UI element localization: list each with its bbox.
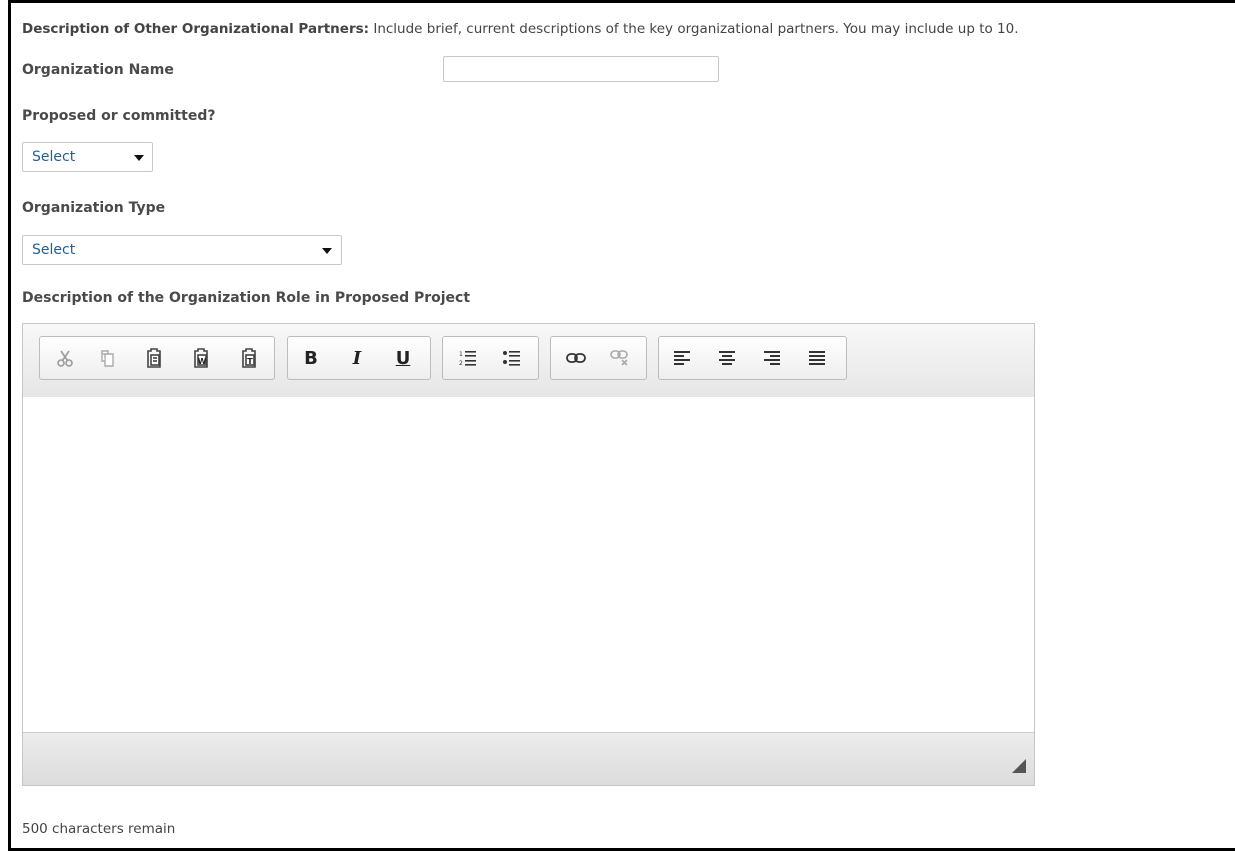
chevron-down-icon bbox=[322, 248, 332, 254]
clipboard-group: W T bbox=[39, 336, 275, 380]
svg-text:2: 2 bbox=[459, 360, 463, 367]
svg-text:W: W bbox=[198, 357, 207, 366]
section-description: Description of Other Organizational Part… bbox=[22, 21, 1019, 37]
bulleted-list-icon[interactable] bbox=[499, 345, 525, 371]
align-justify-icon[interactable] bbox=[804, 345, 830, 371]
paste-from-word-icon[interactable]: W bbox=[188, 345, 214, 371]
org-type-select-value: Select bbox=[32, 242, 76, 258]
svg-text:T: T bbox=[247, 357, 253, 366]
proposed-select-value: Select bbox=[32, 149, 76, 165]
proposed-select[interactable]: Select bbox=[22, 142, 153, 172]
svg-text:1: 1 bbox=[459, 351, 463, 358]
list-group: 12 bbox=[442, 336, 539, 380]
characters-remaining: 500 characters remain bbox=[22, 821, 176, 837]
editor-toolbar: W T B I U 12 bbox=[23, 324, 1034, 398]
org-type-select[interactable]: Select bbox=[22, 235, 342, 265]
paste-as-text-icon[interactable]: T bbox=[236, 345, 262, 371]
unlink-icon[interactable] bbox=[607, 345, 633, 371]
org-type-label: Organization Type bbox=[22, 200, 166, 216]
paste-icon[interactable] bbox=[141, 345, 167, 371]
org-name-label: Organization Name bbox=[22, 62, 174, 78]
numbered-list-icon[interactable]: 12 bbox=[455, 345, 481, 371]
org-name-input[interactable] bbox=[443, 56, 719, 82]
align-right-icon[interactable] bbox=[759, 345, 785, 371]
section-title: Description of Other Organizational Part… bbox=[22, 21, 370, 37]
align-center-icon[interactable] bbox=[714, 345, 740, 371]
italic-button[interactable]: I bbox=[344, 345, 370, 371]
alignment-group bbox=[658, 336, 847, 380]
cut-icon[interactable] bbox=[52, 345, 78, 371]
link-group bbox=[550, 336, 647, 380]
editor-content-area[interactable] bbox=[23, 397, 1034, 733]
link-icon[interactable] bbox=[563, 345, 589, 371]
copy-icon[interactable] bbox=[95, 345, 121, 371]
proposed-label: Proposed or committed? bbox=[22, 108, 216, 124]
chevron-down-icon bbox=[134, 155, 144, 161]
bold-button[interactable]: B bbox=[298, 345, 324, 371]
rich-text-editor: W T B I U 12 bbox=[22, 323, 1035, 786]
section-instructions: Include brief, current descriptions of t… bbox=[373, 21, 1019, 37]
text-style-group: B I U bbox=[287, 336, 431, 380]
resize-handle-icon[interactable] bbox=[1012, 759, 1026, 773]
editor-footer bbox=[23, 732, 1034, 785]
form-frame: Description of Other Organizational Part… bbox=[8, 0, 1235, 851]
align-left-icon[interactable] bbox=[669, 345, 695, 371]
role-label: Description of the Organization Role in … bbox=[22, 290, 471, 306]
underline-button[interactable]: U bbox=[390, 345, 416, 371]
